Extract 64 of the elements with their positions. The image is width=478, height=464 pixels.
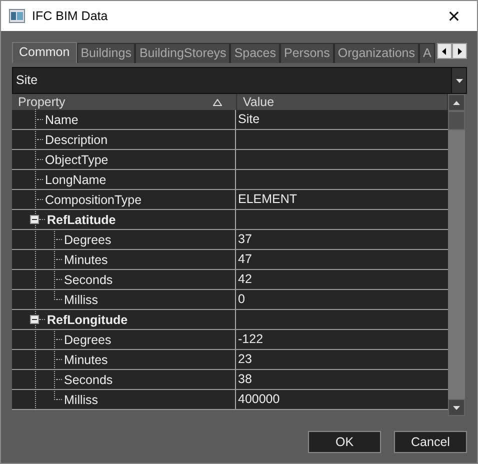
tab[interactable]: A	[419, 43, 436, 63]
property-row[interactable]: CompositionType ELEMENT	[12, 190, 448, 210]
scroll-thumb[interactable]	[448, 111, 465, 130]
property-value: 47	[238, 252, 252, 266]
tab[interactable]: BuildingStoreys	[135, 43, 230, 63]
scroll-right-button[interactable]	[452, 43, 467, 59]
property-name: CompositionType	[45, 192, 142, 206]
ok-button[interactable]: OK	[308, 431, 381, 453]
property-value: -122	[238, 332, 264, 346]
property-name: Seconds	[64, 272, 113, 286]
property-row[interactable]: Description	[12, 130, 448, 150]
tab[interactable]: Buildings	[76, 43, 136, 63]
property-name: Minutes	[64, 352, 108, 366]
property-name: Seconds	[64, 372, 113, 386]
property-value: 38	[238, 372, 252, 386]
scroll-down-icon	[453, 406, 460, 410]
scroll-left-button[interactable]	[437, 43, 452, 59]
property-row[interactable]: Minutes 47	[12, 250, 448, 270]
property-row[interactable]: Degrees 37	[12, 230, 448, 250]
property-row[interactable]: Seconds 42	[12, 270, 448, 290]
window-title: IFC BIM Data	[32, 9, 109, 23]
property-group-name: RefLongitude	[47, 312, 128, 326]
property-row[interactable]: Seconds 38	[12, 370, 448, 390]
tab[interactable]: Common	[12, 42, 77, 63]
app-icon	[9, 9, 25, 23]
property-name: ObjectType	[45, 152, 108, 166]
property-name: Minutes	[64, 252, 108, 266]
scroll-up-icon	[453, 100, 460, 104]
property-name: Degrees	[64, 232, 112, 246]
property-value: Site	[238, 112, 260, 126]
property-row[interactable]: Milliss 0	[12, 290, 448, 310]
property-value: ELEMENT	[238, 192, 298, 206]
property-name: Milliss	[64, 392, 98, 406]
property-value: 23	[238, 352, 252, 366]
collapse-toggle[interactable]	[30, 215, 39, 224]
property-name: Degrees	[64, 332, 112, 346]
property-name: Description	[45, 132, 108, 146]
property-value: 400000	[238, 392, 280, 406]
object-dropdown[interactable]: Site	[12, 67, 467, 94]
property-row[interactable]: Milliss 400000	[12, 390, 448, 410]
property-row[interactable]: RefLongitude	[12, 310, 448, 330]
sort-icon	[213, 98, 222, 106]
property-row[interactable]: Minutes 23	[12, 350, 448, 370]
left-arrow-icon	[442, 48, 447, 54]
cancel-button[interactable]: Cancel	[394, 431, 467, 453]
property-name: Milliss	[64, 292, 98, 306]
scrollbar[interactable]	[448, 94, 465, 416]
property-row[interactable]: ObjectType	[12, 150, 448, 170]
property-value: 37	[238, 232, 252, 246]
property-value: 42	[238, 272, 252, 286]
property-value: 0	[238, 292, 245, 306]
property-row[interactable]: LongName	[12, 170, 448, 190]
property-row[interactable]: Degrees -122	[12, 330, 448, 350]
tab[interactable]: Persons	[280, 43, 334, 63]
property-row[interactable]: RefLatitude	[12, 210, 448, 230]
tab[interactable]: Spaces	[230, 43, 280, 63]
property-name: LongName	[45, 172, 106, 186]
collapse-toggle[interactable]	[30, 315, 39, 324]
property-group-name: RefLatitude	[47, 212, 116, 226]
tab[interactable]: Organizations	[334, 43, 419, 63]
dropdown-caret-icon	[456, 78, 462, 82]
right-arrow-icon	[457, 48, 462, 54]
property-name: Name	[45, 112, 78, 126]
property-row[interactable]: Name Site	[12, 110, 448, 130]
